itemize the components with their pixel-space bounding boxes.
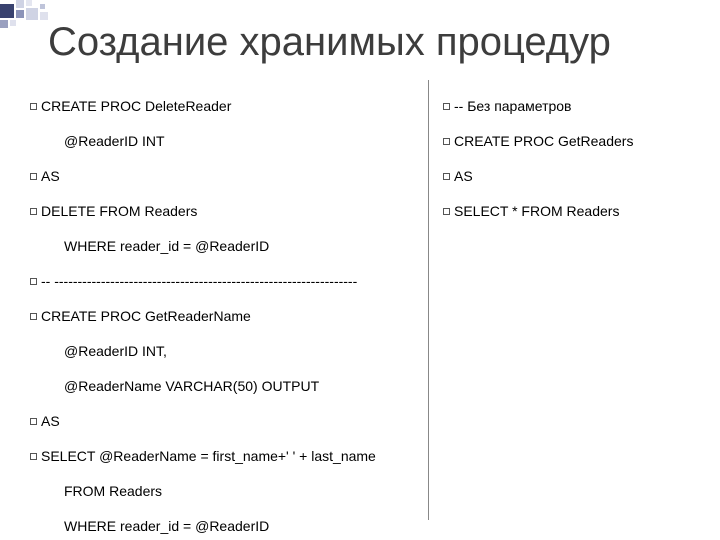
- bullet-icon: [443, 138, 450, 145]
- code-text: AS: [454, 168, 473, 184]
- code-line: DELETE FROM Readers: [30, 203, 418, 221]
- code-text: SELECT * FROM Readers: [454, 203, 619, 219]
- code-line: AS: [30, 413, 418, 431]
- code-line: SELECT * FROM Readers: [443, 203, 690, 221]
- code-line: CREATE PROC DeleteReader: [30, 98, 418, 116]
- bullet-icon: [443, 208, 450, 215]
- code-line: CREATE PROC GetReaderName: [30, 308, 418, 326]
- bullet-icon: [30, 313, 37, 320]
- code-line: SELECT @ReaderName = first_name+' ' + la…: [30, 448, 418, 466]
- code-line: CREATE PROC GetReaders: [443, 133, 690, 151]
- code-line: @ReaderID INT,: [30, 343, 418, 361]
- code-line: WHERE reader_id = @ReaderID: [30, 518, 418, 536]
- code-text: -- -------------------------------------…: [41, 273, 357, 289]
- code-line: -- Без параметров: [443, 98, 690, 116]
- code-line: AS: [443, 168, 690, 186]
- bullet-icon: [30, 103, 37, 110]
- left-column: CREATE PROC DeleteReader @ReaderID INT A…: [30, 80, 428, 520]
- code-text: DELETE FROM Readers: [41, 203, 197, 219]
- code-line: @ReaderID INT: [30, 133, 418, 151]
- bullet-icon: [30, 278, 37, 285]
- bullet-icon: [443, 103, 450, 110]
- slide-title: Создание хранимых процедур: [48, 20, 611, 65]
- bullet-icon: [30, 418, 37, 425]
- code-text: CREATE PROC GetReaders: [454, 133, 633, 149]
- code-text: CREATE PROC DeleteReader: [41, 98, 231, 114]
- code-text: AS: [41, 168, 60, 184]
- bullet-icon: [30, 173, 37, 180]
- bullet-icon: [443, 173, 450, 180]
- code-line: @ReaderName VARCHAR(50) OUTPUT: [30, 378, 418, 396]
- code-line: AS: [30, 168, 418, 186]
- code-text: -- Без параметров: [454, 98, 572, 114]
- bullet-icon: [30, 453, 37, 460]
- right-column: -- Без параметров CREATE PROC GetReaders…: [429, 80, 690, 520]
- code-text: AS: [41, 413, 60, 429]
- code-line: WHERE reader_id = @ReaderID: [30, 238, 418, 256]
- bullet-icon: [30, 208, 37, 215]
- code-text: SELECT @ReaderName = first_name+' ' + la…: [41, 448, 376, 464]
- content-columns: CREATE PROC DeleteReader @ReaderID INT A…: [30, 80, 690, 520]
- code-line: FROM Readers: [30, 483, 418, 501]
- code-separator: -- -------------------------------------…: [30, 273, 418, 291]
- code-text: CREATE PROC GetReaderName: [41, 308, 251, 324]
